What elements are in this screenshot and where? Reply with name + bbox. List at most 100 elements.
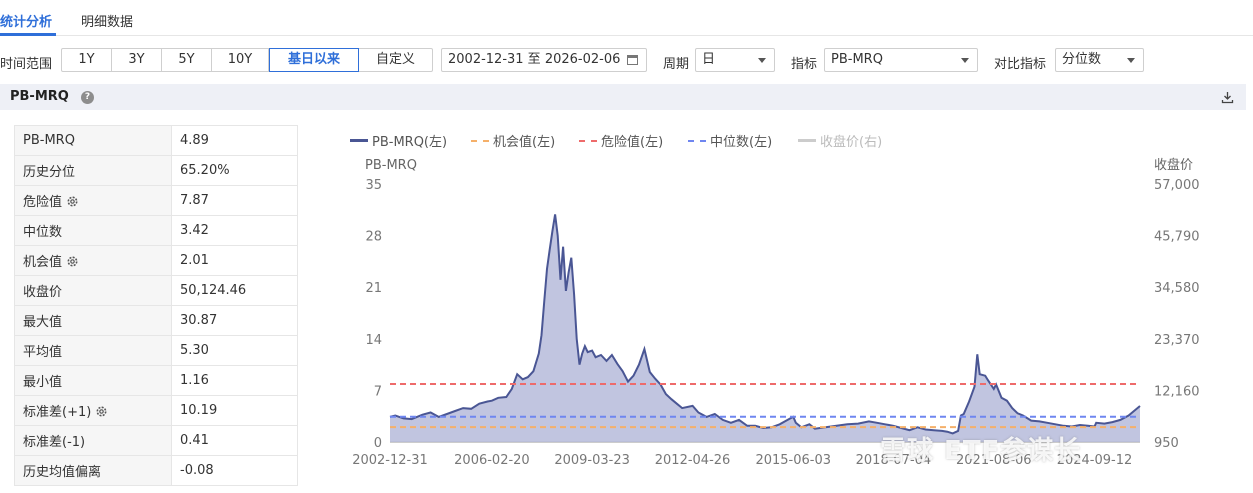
date-range-picker[interactable]: 2002-12-31 至 2026-02-06	[441, 48, 647, 72]
stats-value: 4.89	[171, 125, 298, 156]
range-3y-button[interactable]: 3Y	[112, 49, 162, 71]
stats-value: 10.19	[171, 395, 298, 426]
stats-row: 收盘价 50,124.46	[14, 275, 298, 306]
legend-label: 危险值(左)	[601, 135, 664, 150]
indicator-label: 指标	[791, 57, 818, 72]
stats-value: 30.87	[171, 305, 298, 336]
tab-statistics[interactable]: 统计分析	[0, 11, 52, 30]
stats-value: 3.42	[171, 215, 298, 246]
y-left-tick-label: 21	[365, 281, 382, 296]
x-tick-label: 2012-04-26	[655, 453, 731, 468]
legend-swatch	[471, 140, 489, 142]
range-5y-button[interactable]: 5Y	[162, 49, 212, 71]
range-custom-button[interactable]: 自定义	[359, 49, 432, 71]
y-right-tick-label: 34,580	[1154, 281, 1200, 296]
tab-details[interactable]: 明细数据	[81, 11, 133, 30]
download-icon[interactable]	[1221, 91, 1234, 104]
stats-label-cell: 平均值	[14, 335, 172, 366]
stats-label-cell: 标准差(-1)	[14, 425, 172, 456]
y-right-tick-label: 23,370	[1154, 333, 1200, 348]
stats-row: 平均值 5.30	[14, 335, 298, 366]
indicator-select[interactable]: PB-MRQ	[824, 48, 978, 72]
active-tab-underline	[0, 33, 56, 36]
stats-label-cell: 机会值	[14, 245, 172, 276]
stats-label: PB-MRQ	[23, 133, 75, 148]
y-left-tick-label: 28	[365, 230, 382, 245]
range-1y-button[interactable]: 1Y	[62, 49, 112, 71]
stats-value: 50,124.46	[171, 275, 298, 306]
legend-item-close[interactable]: 收盘价(右)	[798, 131, 882, 150]
section-title: PB-MRQ	[10, 89, 69, 104]
y-right-tick-label: 57,000	[1154, 178, 1200, 193]
stats-label: 标准差(-1)	[23, 435, 86, 450]
legend-swatch	[579, 140, 597, 142]
stats-label-cell: 历史均值偏离	[14, 455, 172, 486]
gear-icon[interactable]	[62, 195, 79, 210]
stats-value: 7.87	[171, 185, 298, 216]
stats-label-cell: 最小值	[14, 365, 172, 396]
stats-row: 机会值 2.01	[14, 245, 298, 276]
indicator-value: PB-MRQ	[831, 52, 883, 67]
y-axis-right-label: 收盘价	[1154, 157, 1193, 173]
gear-icon[interactable]	[91, 405, 108, 420]
gear-icon[interactable]	[62, 255, 79, 270]
help-icon[interactable]: ?	[81, 91, 94, 104]
range-10y-button[interactable]: 10Y	[212, 49, 269, 71]
chevron-down-icon	[961, 58, 969, 63]
compare-label: 对比指标	[994, 57, 1047, 72]
date-range-text: 2002-12-31 至 2026-02-06	[448, 52, 621, 67]
y-axis-left-label: PB-MRQ	[365, 158, 417, 173]
stats-value: 1.16	[171, 365, 298, 396]
stats-row: 标准差(+1) 10.19	[14, 395, 298, 426]
time-range-group: 1Y 3Y 5Y 10Y 基日以来 自定义	[61, 48, 433, 72]
stats-label-cell: 危险值	[14, 185, 172, 216]
legend-item-opportunity[interactable]: 机会值(左)	[471, 131, 555, 150]
stats-value: 0.41	[171, 425, 298, 456]
stats-row: 历史分位 65.20%	[14, 155, 298, 186]
legend-item-median[interactable]: 中位数(左)	[688, 131, 772, 150]
legend-swatch	[350, 139, 368, 142]
calendar-icon	[627, 55, 638, 65]
stats-label-cell: 中位数	[14, 215, 172, 246]
stats-label: 平均值	[23, 345, 63, 360]
legend-swatch	[798, 139, 816, 142]
stats-label: 历史分位	[23, 165, 76, 180]
pb-area	[390, 214, 1140, 442]
range-since-base-button[interactable]: 基日以来	[269, 48, 359, 72]
legend-item-danger[interactable]: 危险值(左)	[579, 131, 663, 150]
stats-row: PB-MRQ 4.89	[14, 125, 298, 156]
watermark-text: 雪球 ETF参谋长	[880, 436, 1082, 466]
stats-label-cell: 标准差(+1)	[14, 395, 172, 426]
stats-label: 中位数	[23, 225, 63, 240]
stats-row: 危险值 7.87	[14, 185, 298, 216]
y-left-tick-label: 35	[365, 178, 382, 193]
stats-label-cell: 历史分位	[14, 155, 172, 186]
stats-value: 5.30	[171, 335, 298, 366]
x-tick-label: 2015-06-03	[755, 453, 831, 468]
pb-chart[interactable]: PB-MRQ 收盘价 0 7 14 21 28 35 950 12,160 23,370 34,580…	[340, 152, 1210, 472]
stats-label: 历史均值偏离	[23, 465, 102, 480]
time-range-label: 时间范围	[0, 57, 53, 72]
legend-item-pb[interactable]: PB-MRQ(左)	[350, 131, 447, 150]
stats-row: 最小值 1.16	[14, 365, 298, 396]
compare-select[interactable]: 分位数	[1055, 48, 1144, 72]
stats-label-cell: PB-MRQ	[14, 125, 172, 156]
stats-label: 危险值	[23, 195, 63, 210]
x-tick-label: 2006-02-20	[454, 453, 530, 468]
period-value: 日	[702, 52, 716, 67]
period-select[interactable]: 日	[695, 48, 775, 72]
y-left-tick-label: 7	[374, 384, 382, 399]
chevron-down-icon	[1127, 58, 1135, 63]
stats-row: 历史均值偏离 -0.08	[14, 455, 298, 486]
section-header: PB-MRQ ?	[0, 84, 1246, 110]
stats-row: 中位数 3.42	[14, 215, 298, 246]
tab-bar: 统计分析 明细数据	[0, 0, 1253, 36]
stats-label: 机会值	[23, 255, 63, 270]
legend-label: 机会值(左)	[493, 135, 556, 150]
stats-value: 65.20%	[171, 155, 298, 186]
stats-row: 最大值 30.87	[14, 305, 298, 336]
legend-swatch	[688, 140, 706, 142]
stats-value: 2.01	[171, 245, 298, 276]
stats-label: 最小值	[23, 375, 63, 390]
stats-label: 收盘价	[23, 285, 63, 300]
